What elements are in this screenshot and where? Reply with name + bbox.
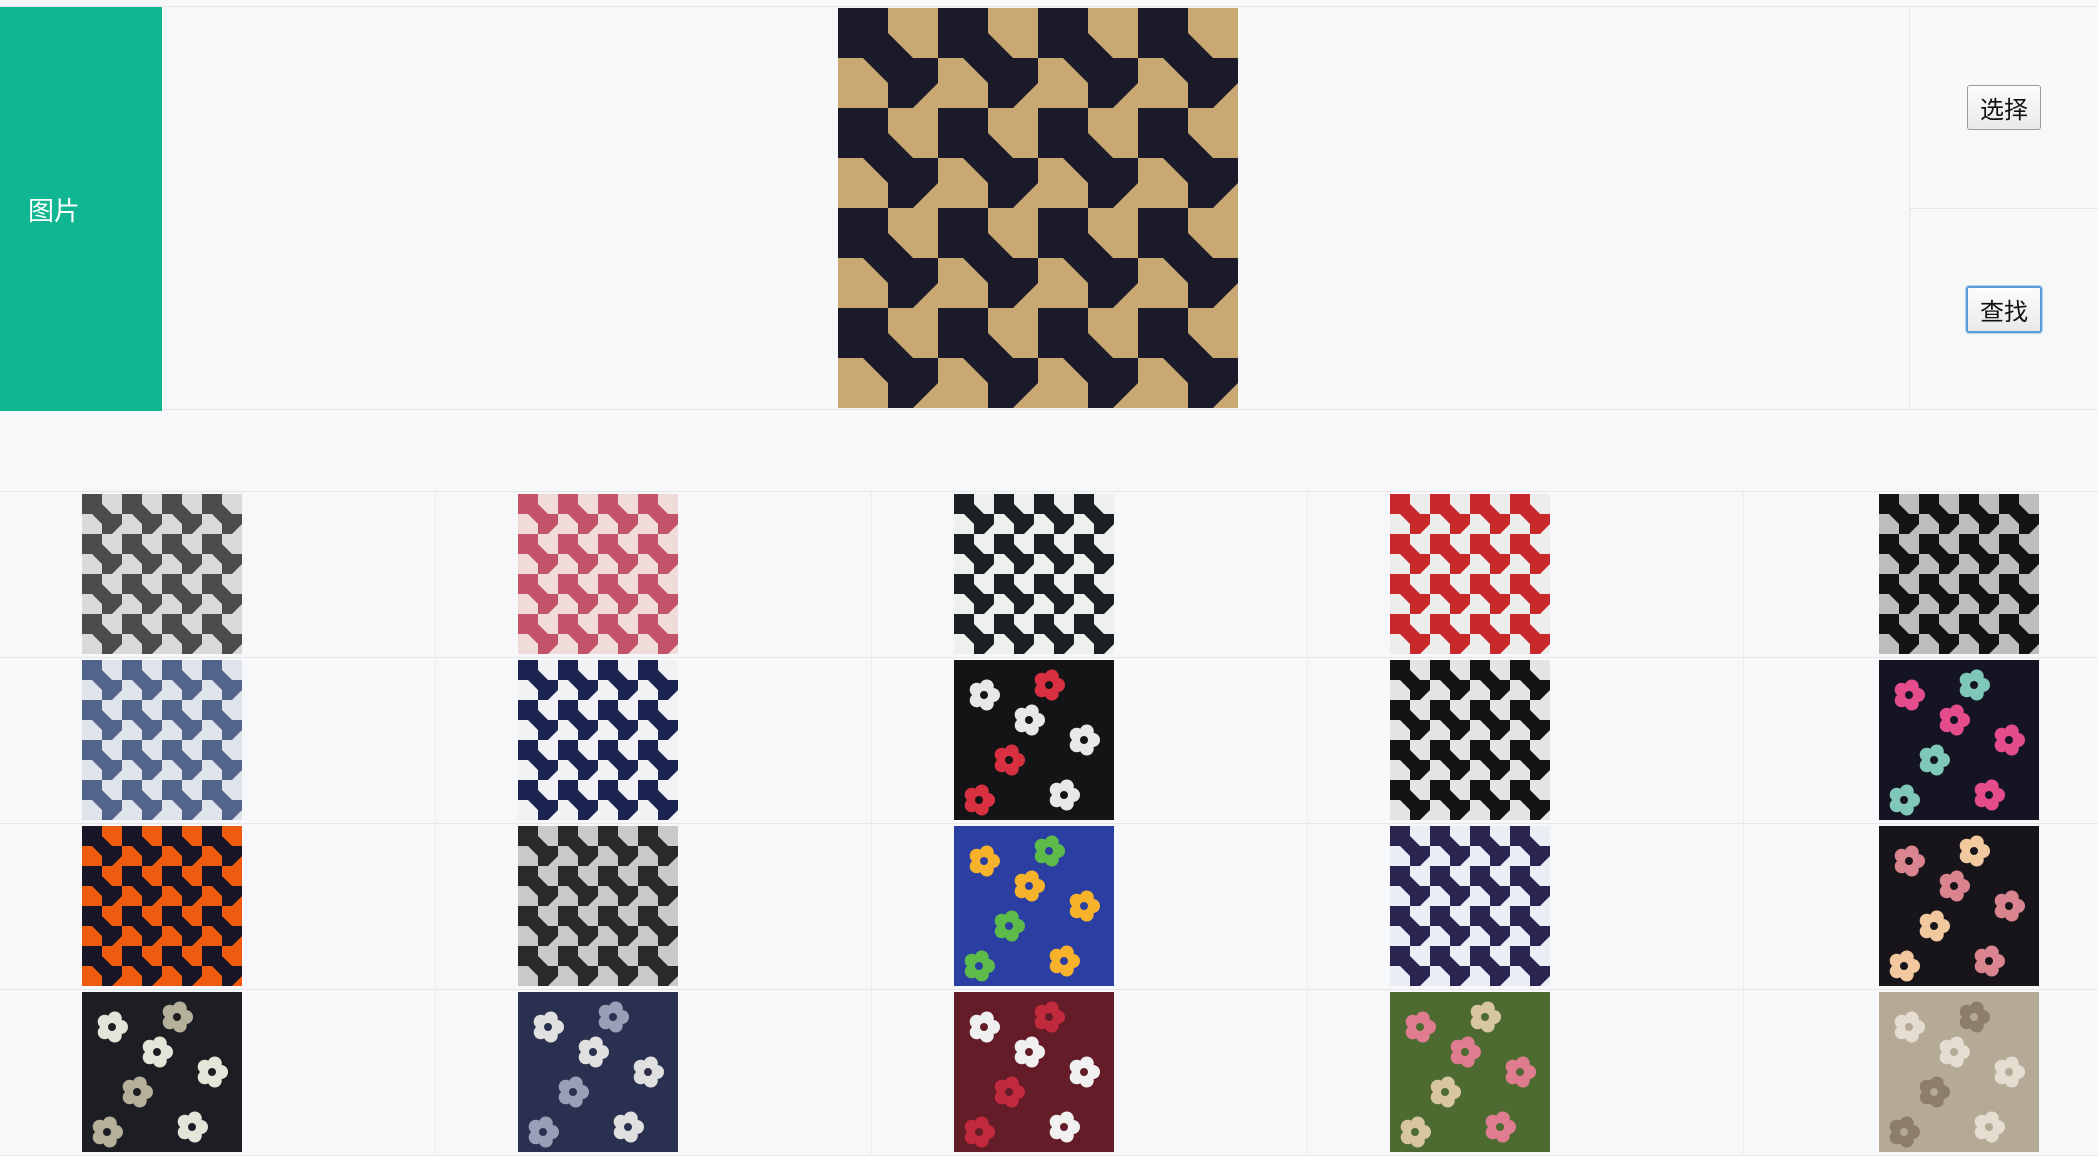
result-cell[interactable] (872, 824, 1308, 989)
houndstooth-swatch[interactable] (1390, 826, 1550, 986)
result-cell[interactable] (0, 492, 436, 657)
result-cell[interactable] (1308, 990, 1744, 1155)
floral-swatch[interactable] (1390, 992, 1550, 1152)
houndstooth-swatch[interactable] (82, 494, 242, 654)
result-cell[interactable] (1744, 492, 2098, 657)
result-cell[interactable] (1308, 658, 1744, 823)
floral-swatch[interactable] (1879, 660, 2039, 820)
result-cell[interactable] (1308, 824, 1744, 989)
houndstooth-swatch[interactable] (82, 660, 242, 820)
result-cell[interactable] (872, 492, 1308, 657)
result-row (0, 658, 2098, 824)
result-cell[interactable] (872, 658, 1308, 823)
preview-image (838, 8, 1238, 408)
result-cell[interactable] (0, 990, 436, 1155)
action-buttons: 选择 查找 (1909, 7, 2098, 409)
result-cell[interactable] (1744, 990, 2098, 1155)
select-button[interactable]: 选择 (1967, 85, 2041, 130)
floral-swatch[interactable] (954, 826, 1114, 986)
houndstooth-swatch[interactable] (518, 494, 678, 654)
floral-swatch[interactable] (1879, 826, 2039, 986)
image-label: 图片 (0, 7, 162, 411)
houndstooth-swatch[interactable] (1390, 494, 1550, 654)
result-cell[interactable] (436, 492, 872, 657)
preview-area (162, 7, 1909, 409)
result-cell[interactable] (1744, 658, 2098, 823)
floral-swatch[interactable] (1879, 992, 2039, 1152)
result-cell[interactable] (436, 658, 872, 823)
result-cell[interactable] (1308, 492, 1744, 657)
houndstooth-swatch[interactable] (1879, 494, 2039, 654)
result-row (0, 492, 2098, 658)
result-row (0, 824, 2098, 990)
image-label-text: 图片 (28, 196, 81, 227)
houndstooth-swatch[interactable] (954, 494, 1114, 654)
result-cell[interactable] (436, 824, 872, 989)
result-cell[interactable] (436, 990, 872, 1155)
floral-swatch[interactable] (954, 660, 1114, 820)
floral-swatch[interactable] (82, 992, 242, 1152)
houndstooth-swatch[interactable] (82, 826, 242, 986)
search-slot: 查找 (1910, 208, 2098, 409)
search-button[interactable]: 查找 (1966, 285, 2042, 333)
floral-swatch[interactable] (518, 992, 678, 1152)
select-slot: 选择 (1910, 7, 2098, 208)
upload-form-row: 图片 选择 查找 (0, 6, 2098, 411)
results-grid (0, 491, 2098, 1156)
result-row (0, 990, 2098, 1156)
houndstooth-swatch[interactable] (518, 660, 678, 820)
houndstooth-swatch[interactable] (1390, 660, 1550, 820)
result-cell[interactable] (1744, 824, 2098, 989)
result-cell[interactable] (0, 658, 436, 823)
result-cell[interactable] (872, 990, 1308, 1155)
result-cell[interactable] (0, 824, 436, 989)
floral-swatch[interactable] (954, 992, 1114, 1152)
houndstooth-swatch[interactable] (518, 826, 678, 986)
